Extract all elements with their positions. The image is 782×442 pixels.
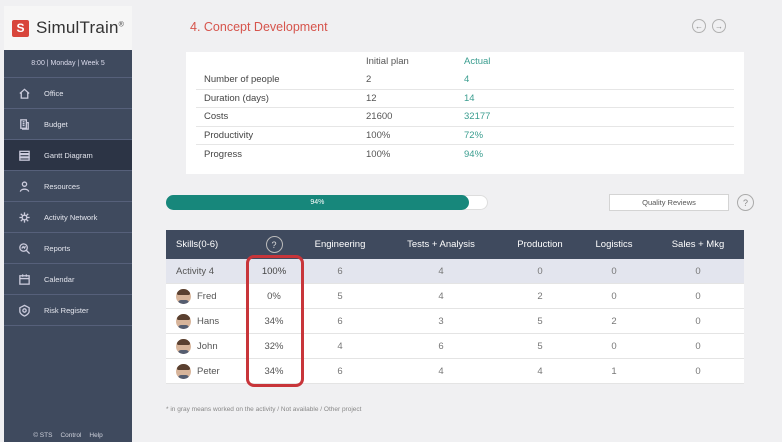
sidebar-item-label: Resources (44, 181, 80, 191)
copyright-text: © STS (33, 431, 53, 439)
gantt-icon (4, 149, 44, 162)
skills-header-row: Skills(0-6) ? Engineering Tests + Analys… (166, 230, 744, 259)
progress-fill: 94% (166, 195, 469, 210)
plan-vs-actual-table: Initial plan Actual Number of people 2 4… (186, 52, 744, 174)
sidebar-item-activity-network[interactable]: Activity Network (4, 202, 132, 233)
sidebar-item-resources[interactable]: Resources (4, 171, 132, 202)
progress-bar: 94% (166, 195, 488, 210)
next-button[interactable]: → (712, 19, 726, 33)
team-member-row[interactable]: Fred 0% 5 4 2 0 0 (166, 284, 744, 309)
skills-table: Skills(0-6) ? Engineering Tests + Analys… (166, 230, 744, 384)
plan-header-row: Initial plan Actual (196, 52, 734, 71)
sidebar-item-office[interactable]: Office (4, 78, 132, 109)
reports-icon (4, 242, 44, 255)
col-engineering: Engineering (314, 239, 366, 250)
sidebar-item-label: Risk Register (44, 305, 89, 315)
network-icon (4, 211, 44, 224)
sidebar-item-label: Calendar (44, 274, 75, 284)
resources-icon (4, 180, 44, 193)
logo-mark: S (12, 19, 30, 37)
plan-row: Productivity 100% 72% (196, 127, 734, 145)
plan-row: Costs 21600 32177 (196, 108, 734, 127)
team-member-row[interactable]: Peter 34% 6 4 4 1 0 (166, 359, 744, 384)
sidebar-item-risk-register[interactable]: Risk Register (4, 295, 132, 326)
risk-icon (4, 304, 44, 317)
previous-button[interactable]: ← (692, 19, 706, 33)
activity-row: Activity 4 100% 6 4 0 0 0 (166, 259, 744, 284)
team-member-row[interactable]: Hans 34% 6 3 5 2 0 (166, 309, 744, 334)
logo: S SimulTrain® (4, 6, 132, 50)
col-initial-plan: Initial plan (366, 56, 409, 67)
col-logistics: Logistics (595, 239, 633, 250)
avatar (176, 363, 191, 379)
help-icon[interactable]: ? (265, 236, 283, 253)
budget-icon (4, 118, 44, 131)
sidebar-item-gantt-diagram[interactable]: Gantt Diagram (4, 140, 132, 171)
avatar (176, 288, 191, 304)
sidebar-item-label: Budget (44, 119, 68, 129)
col-actual: Actual (464, 56, 491, 67)
help-link[interactable]: Help (89, 432, 102, 439)
sidebar-item-label: Reports (44, 243, 71, 253)
sidebar-item-label: Gantt Diagram (44, 150, 93, 160)
avatar (176, 313, 191, 329)
plan-row: Progress 100% 94% (204, 148, 484, 160)
sidebar-item-calendar[interactable]: Calendar (4, 264, 132, 295)
arrow-left-icon: ← (695, 21, 703, 31)
arrow-right-icon: → (715, 21, 723, 31)
plan-row: Duration (days) 12 14 (196, 90, 734, 108)
avatar (176, 338, 191, 354)
sidebar-item-budget[interactable]: Budget (4, 109, 132, 140)
sidebar: S SimulTrain® 8:00 | Monday | Week 5 Off… (4, 6, 132, 442)
sidebar-item-label: Office (44, 88, 64, 98)
page-title: 4. Concept Development (190, 20, 328, 34)
simulation-time: 8:00 | Monday | Week 5 (4, 50, 132, 78)
col-production: Production (517, 239, 563, 250)
sidebar-item-label: Activity Network (44, 212, 98, 222)
team-member-row[interactable]: John 32% 4 6 5 0 0 (166, 334, 744, 359)
col-sales-mkg: Sales + Mkg (671, 239, 725, 250)
main-panel: 4. Concept Development ← → Initial plan … (132, 6, 778, 442)
control-link[interactable]: Control (60, 432, 81, 439)
calendar-icon (4, 273, 44, 286)
help-icon[interactable]: ? (737, 194, 754, 211)
quality-reviews-button[interactable]: Quality Reviews (609, 194, 729, 211)
logo-text: SimulTrain® (36, 18, 124, 37)
plan-row: Number of people 2 4 (196, 71, 734, 90)
sidebar-footer: © STS Control Help (4, 428, 132, 442)
progress-label: 94% (310, 199, 325, 206)
col-skills: Skills(0-6) (176, 239, 219, 250)
sidebar-item-reports[interactable]: Reports (4, 233, 132, 264)
col-tests-analysis: Tests + Analysis (407, 239, 475, 250)
footnote: * in gray means worked on the activity /… (166, 406, 362, 413)
home-icon (4, 87, 44, 100)
